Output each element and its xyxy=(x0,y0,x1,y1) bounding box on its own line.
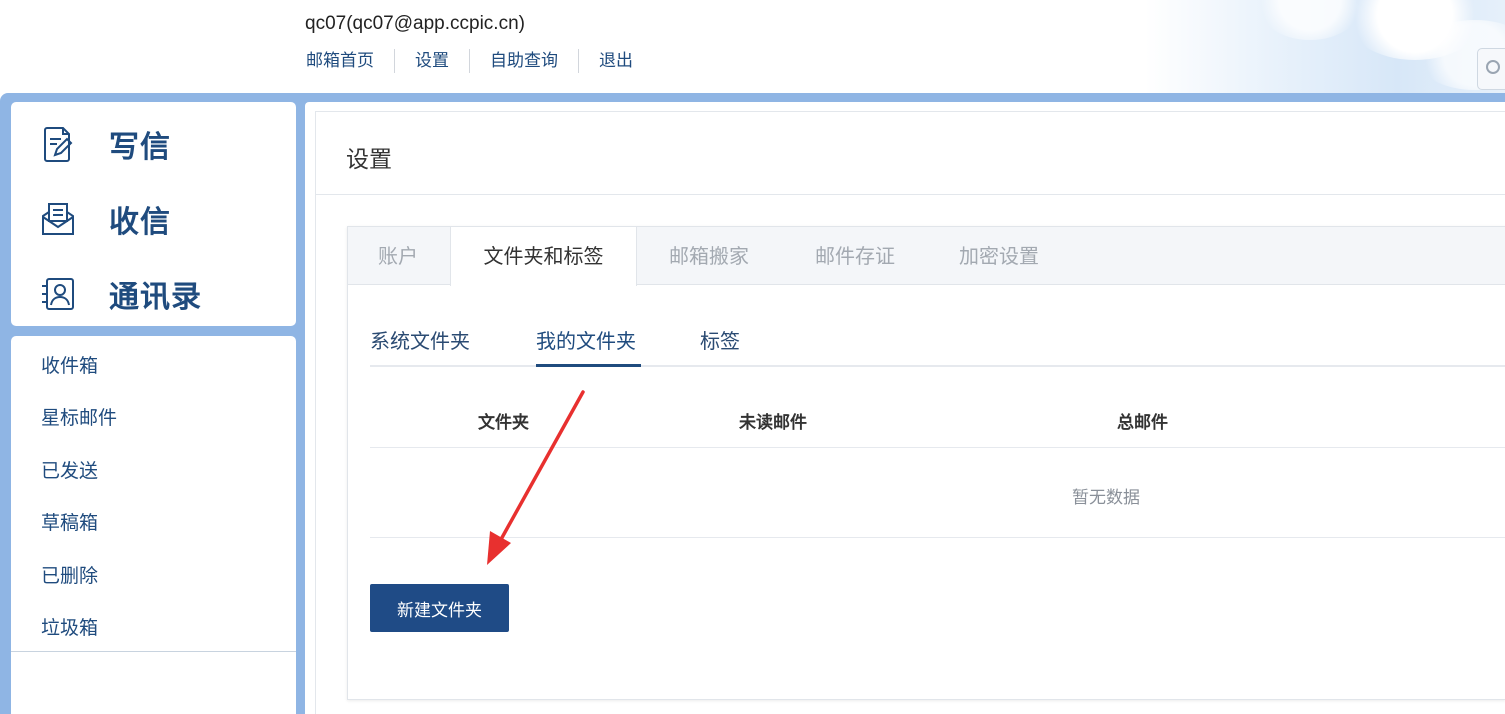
nav-self-service-query[interactable]: 自助查询 xyxy=(469,49,578,73)
contacts-label: 通讯录 xyxy=(109,280,202,315)
column-header-folder: 文件夹 xyxy=(478,413,529,433)
table-bottom-divider xyxy=(370,537,1505,538)
column-header-unread: 未读邮件 xyxy=(739,413,807,433)
folder-divider xyxy=(11,651,296,652)
compose-icon xyxy=(44,127,73,162)
receive-mail-label: 收信 xyxy=(109,205,171,240)
header-cloud-background xyxy=(1145,0,1505,94)
folder-starred[interactable]: 星标邮件 xyxy=(41,403,117,430)
table-header-divider xyxy=(370,447,1505,448)
folder-inbox[interactable]: 收件箱 xyxy=(41,351,98,378)
tab-account[interactable]: 账户 xyxy=(378,227,418,285)
search-box-edge[interactable] xyxy=(1477,48,1505,90)
active-subtab-indicator xyxy=(536,364,641,367)
nav-settings[interactable]: 设置 xyxy=(394,49,469,73)
tab-mailbox-migration[interactable]: 邮箱搬家 xyxy=(669,227,749,285)
contacts-icon xyxy=(42,278,74,310)
content-panel: 设置 账户 文件夹和标签 邮箱搬家 邮件存证 加密设置 系统文件夹 我的文件夹 … xyxy=(305,102,1505,714)
subtab-system-folders[interactable]: 系统文件夹 xyxy=(370,325,470,354)
nav-logout[interactable]: 退出 xyxy=(578,49,653,73)
compose-label: 写信 xyxy=(109,130,171,165)
nav-mail-home[interactable]: 邮箱首页 xyxy=(306,49,394,73)
folder-sent[interactable]: 已发送 xyxy=(41,456,98,483)
tab-mail-evidence[interactable]: 邮件存证 xyxy=(815,227,895,285)
folder-spam[interactable]: 垃圾箱 xyxy=(41,613,98,640)
subtab-labels[interactable]: 标签 xyxy=(700,325,740,354)
top-nav: 邮箱首页 设置 自助查询 退出 xyxy=(306,49,653,73)
folder-drafts[interactable]: 草稿箱 xyxy=(41,508,98,535)
sidebar-actions: 写信 收信 通讯录 xyxy=(11,102,296,326)
settings-card: 账户 文件夹和标签 邮箱搬家 邮件存证 加密设置 系统文件夹 我的文件夹 标签 … xyxy=(347,226,1505,700)
folder-deleted[interactable]: 已删除 xyxy=(41,561,98,588)
settings-tabs: 账户 文件夹和标签 邮箱搬家 邮件存证 加密设置 xyxy=(348,227,1505,286)
folder-list: 收件箱 星标邮件 已发送 草稿箱 已删除 垃圾箱 xyxy=(11,336,296,714)
empty-state-text: 暂无数据 xyxy=(1072,488,1140,508)
new-folder-button[interactable]: 新建文件夹 xyxy=(370,584,509,632)
page-title: 设置 xyxy=(346,147,392,173)
contacts-button[interactable]: 通讯录 xyxy=(41,272,202,316)
tab-encryption-settings[interactable]: 加密设置 xyxy=(959,227,1039,285)
receive-mail-button[interactable]: 收信 xyxy=(41,197,171,241)
tab-folders-and-labels[interactable]: 文件夹和标签 xyxy=(450,227,637,286)
user-account-label: qc07(qc07@app.ccpic.cn) xyxy=(305,13,525,34)
search-icon xyxy=(1486,60,1500,74)
inbox-envelope-icon xyxy=(42,203,74,235)
header: qc07(qc07@app.ccpic.cn) 邮箱首页 设置 自助查询 退出 xyxy=(0,0,1505,94)
compose-button[interactable]: 写信 xyxy=(41,122,171,166)
column-header-total: 总邮件 xyxy=(1117,413,1168,433)
title-divider xyxy=(316,194,1505,195)
settings-panel: 设置 账户 文件夹和标签 邮箱搬家 邮件存证 加密设置 系统文件夹 我的文件夹 … xyxy=(315,111,1505,714)
subtab-my-folders[interactable]: 我的文件夹 xyxy=(536,325,636,354)
